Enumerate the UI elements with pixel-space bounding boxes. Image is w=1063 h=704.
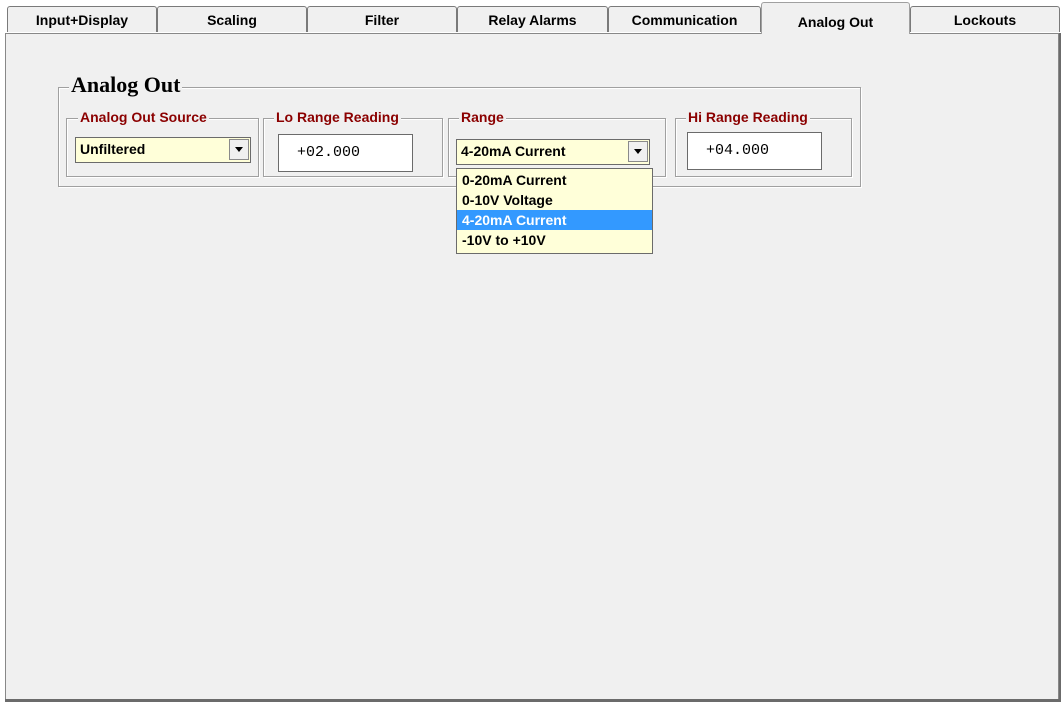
lo-range-legend: Lo Range Reading <box>274 109 401 125</box>
range-select[interactable]: 4-20mA Current <box>456 139 650 165</box>
range-dropdown-button[interactable] <box>628 141 648 162</box>
lo-range-input[interactable]: +02.000 <box>278 134 413 172</box>
tab-content: Analog Out Analog Out Source Unfiltered … <box>0 0 1063 704</box>
source-legend: Analog Out Source <box>78 109 209 125</box>
source-select[interactable]: Unfiltered <box>75 137 251 163</box>
range-select-value: 4-20mA Current <box>461 143 566 159</box>
source-select-value: Unfiltered <box>80 141 146 157</box>
chevron-down-icon <box>235 147 243 152</box>
chevron-down-icon <box>634 149 642 154</box>
analog-out-group-title: Analog Out <box>69 72 183 98</box>
range-option-selected[interactable]: 4-20mA Current <box>457 210 652 230</box>
range-legend: Range <box>459 109 506 125</box>
range-option[interactable]: 0-20mA Current <box>457 170 652 190</box>
range-option[interactable]: 0-10V Voltage <box>457 190 652 210</box>
source-dropdown-button[interactable] <box>229 139 249 160</box>
hi-range-input[interactable]: +04.000 <box>687 132 822 170</box>
hi-range-legend: Hi Range Reading <box>686 109 810 125</box>
range-dropdown-list: 0-20mA Current 0-10V Voltage 4-20mA Curr… <box>456 168 653 254</box>
range-option[interactable]: -10V to +10V <box>457 230 652 250</box>
